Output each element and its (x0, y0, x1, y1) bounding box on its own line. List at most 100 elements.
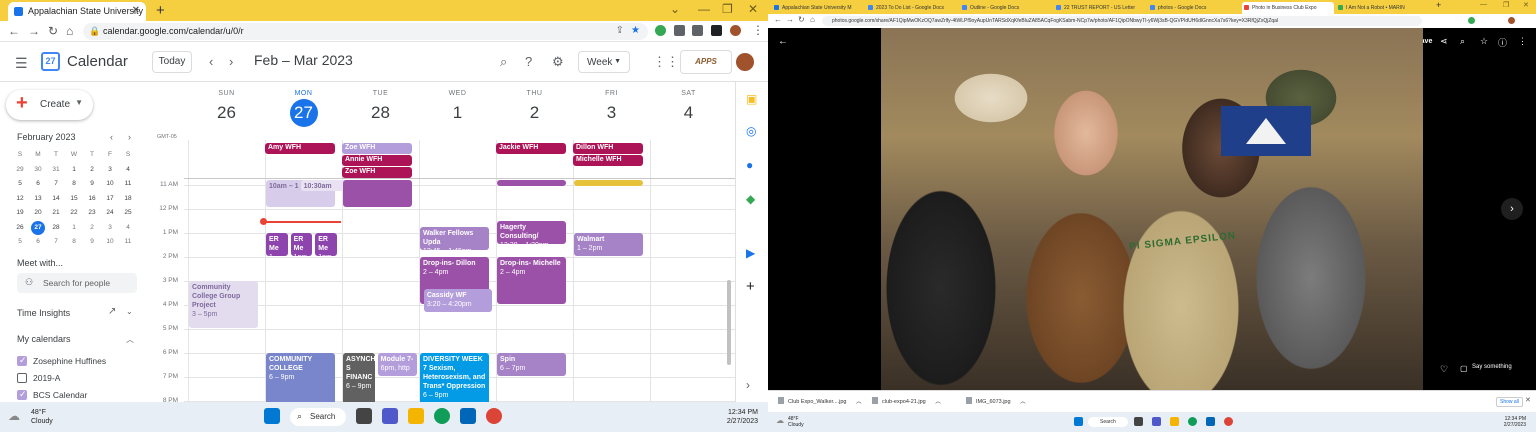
mini-day[interactable]: 6 (29, 235, 47, 249)
chevron-down-icon[interactable]: ⌄ (670, 2, 680, 16)
day-number[interactable]: 28 (367, 99, 395, 127)
calendar-list-item[interactable]: BCS Calendar (17, 389, 87, 400)
more-icon[interactable]: ⋮ (752, 23, 764, 37)
browser-tab[interactable]: photos - Google Docs (1148, 2, 1240, 14)
windows-start-icon[interactable] (1074, 417, 1083, 426)
calendar-event[interactable]: ASYNCHR S FINANC 6 – 9pm (343, 353, 375, 402)
profile-avatar[interactable] (730, 25, 741, 36)
mini-day[interactable]: 4 (119, 163, 137, 177)
forward-icon[interactable]: → (786, 15, 794, 24)
new-tab-icon[interactable]: + (1436, 0, 1441, 10)
chevron-down-icon[interactable]: ⌄ (126, 307, 133, 316)
store-icon[interactable] (460, 408, 476, 424)
sidebar-icon[interactable] (711, 25, 722, 36)
edge-icon[interactable] (1188, 417, 1197, 426)
next-week-icon[interactable]: › (229, 54, 233, 69)
contacts-icon[interactable]: ● (746, 158, 753, 172)
mini-day[interactable]: 28 (47, 221, 65, 235)
mini-day[interactable]: 2 (83, 221, 101, 235)
view-switcher[interactable]: Week ▼ (578, 51, 630, 73)
day-header[interactable]: THU 2 (496, 90, 573, 127)
teams-icon[interactable] (382, 408, 398, 424)
calendar-event[interactable]: Walmart 1 – 2pm (574, 233, 643, 256)
mini-day[interactable]: 22 (65, 206, 83, 220)
mini-day[interactable]: 11 (119, 177, 137, 191)
day-number[interactable]: 2 (521, 99, 549, 127)
my-calendars-heading[interactable]: My calendars (17, 334, 71, 344)
share-icon[interactable]: ⋖ (1440, 36, 1448, 47)
day-number[interactable]: 4 (675, 99, 703, 127)
mini-day[interactable]: 4 (119, 221, 137, 235)
mini-day[interactable]: 24 (101, 206, 119, 220)
allday-event[interactable]: Jackie WFH (496, 143, 566, 154)
close-downloads-icon[interactable]: ✕ (1525, 396, 1531, 404)
main-menu-icon[interactable]: ☰ (15, 55, 28, 72)
grid-scrollbar[interactable] (727, 280, 731, 365)
calendar-event[interactable]: Hagerty Consulting/12:30 – 1:30pm (497, 221, 566, 244)
calendar-event[interactable]: ER Me1pm, F (290, 233, 313, 256)
close-window-icon[interactable]: ✕ (1523, 1, 1529, 9)
extension-icon[interactable] (655, 25, 666, 36)
allday-event[interactable]: Zoe WFH (342, 143, 412, 154)
calendar-event[interactable] (574, 180, 643, 187)
tab-calendar[interactable]: Appalachian State University - C ✕ (8, 2, 146, 21)
today-button[interactable]: Today (152, 51, 192, 73)
profile-avatar[interactable] (1508, 17, 1515, 24)
calendar-event[interactable] (497, 180, 566, 187)
day-number[interactable]: 27 (289, 99, 318, 127)
chrome-icon[interactable] (486, 408, 502, 424)
download-item[interactable]: IMG_6073.jpg ︿ (966, 397, 1026, 405)
mini-day[interactable]: 19 (11, 206, 29, 220)
allday-event[interactable]: Amy WFH (265, 143, 335, 154)
mini-day[interactable]: 30 (29, 163, 47, 177)
mini-day[interactable]: 9 (83, 177, 101, 191)
settings-gear-icon[interactable]: ⚙ (552, 54, 564, 70)
mini-next-icon[interactable]: › (128, 132, 131, 142)
download-item[interactable]: club-expo4-21.jpg ︿ (872, 397, 941, 405)
browser-tab[interactable]: 2023 To Do List - Google Docs (866, 2, 958, 14)
day-header[interactable]: FRI 3 (573, 90, 650, 127)
reload-icon[interactable]: ↻ (48, 24, 58, 38)
bookmark-star-icon[interactable]: ★ (631, 25, 640, 36)
browser-tab[interactable]: Appalachian State University M (772, 2, 864, 14)
calendar-event[interactable]: Spin 6 – 7pm (497, 353, 566, 376)
apps-grid-icon[interactable]: ⋮⋮ (653, 54, 679, 70)
calendar-list-item[interactable]: 2019-A (17, 373, 60, 383)
time-insights-heading[interactable]: Time Insights (17, 308, 70, 318)
calendar-event[interactable]: COMMUNITY COLLEGE 6 – 9pm (266, 353, 335, 402)
search-icon[interactable]: ⌕ (500, 54, 507, 70)
mini-day[interactable]: 7 (47, 235, 65, 249)
mini-day[interactable]: 9 (83, 235, 101, 249)
calendar-list-item[interactable]: Zosephine Huffines (17, 355, 106, 366)
mini-day[interactable]: 5 (11, 177, 29, 191)
home-icon[interactable]: ⌂ (810, 15, 815, 24)
chevron-up-icon[interactable]: ︿ (126, 334, 134, 345)
store-icon[interactable] (1206, 417, 1215, 426)
mini-day[interactable]: 10 (101, 235, 119, 249)
mini-day[interactable]: 14 (47, 192, 65, 206)
mini-day[interactable]: 20 (29, 206, 47, 220)
mini-day[interactable]: 15 (65, 192, 83, 206)
mini-day[interactable]: 7 (47, 177, 65, 191)
task-view-icon[interactable] (1134, 417, 1143, 426)
expand-panel-icon[interactable]: › (746, 378, 750, 392)
task-view-icon[interactable] (356, 408, 372, 424)
file-explorer-icon[interactable] (1170, 417, 1179, 426)
extension-icon[interactable] (674, 25, 685, 36)
day-header[interactable]: TUE 28 (342, 90, 419, 127)
windows-start-icon[interactable] (264, 408, 280, 424)
show-all-downloads-button[interactable]: Show all (1496, 397, 1523, 407)
system-clock[interactable]: 12:34 PM 2/27/2023 (1504, 416, 1526, 428)
home-icon[interactable]: ⌂ (66, 24, 73, 38)
next-photo-button[interactable]: › (1501, 198, 1523, 220)
mini-prev-icon[interactable]: ‹ (110, 132, 113, 142)
prev-week-icon[interactable]: ‹ (209, 54, 213, 69)
allday-event[interactable]: Zoe WFH (342, 167, 412, 178)
new-tab-icon[interactable]: + (156, 2, 165, 19)
search-people-input[interactable]: ⚇ Search for people (17, 273, 137, 293)
mini-day[interactable]: 1 (65, 221, 83, 235)
mini-day[interactable]: 5 (11, 235, 29, 249)
mini-day[interactable]: 12 (11, 192, 29, 206)
mini-day[interactable]: 6 (29, 177, 47, 191)
mini-day[interactable]: 18 (119, 192, 137, 206)
